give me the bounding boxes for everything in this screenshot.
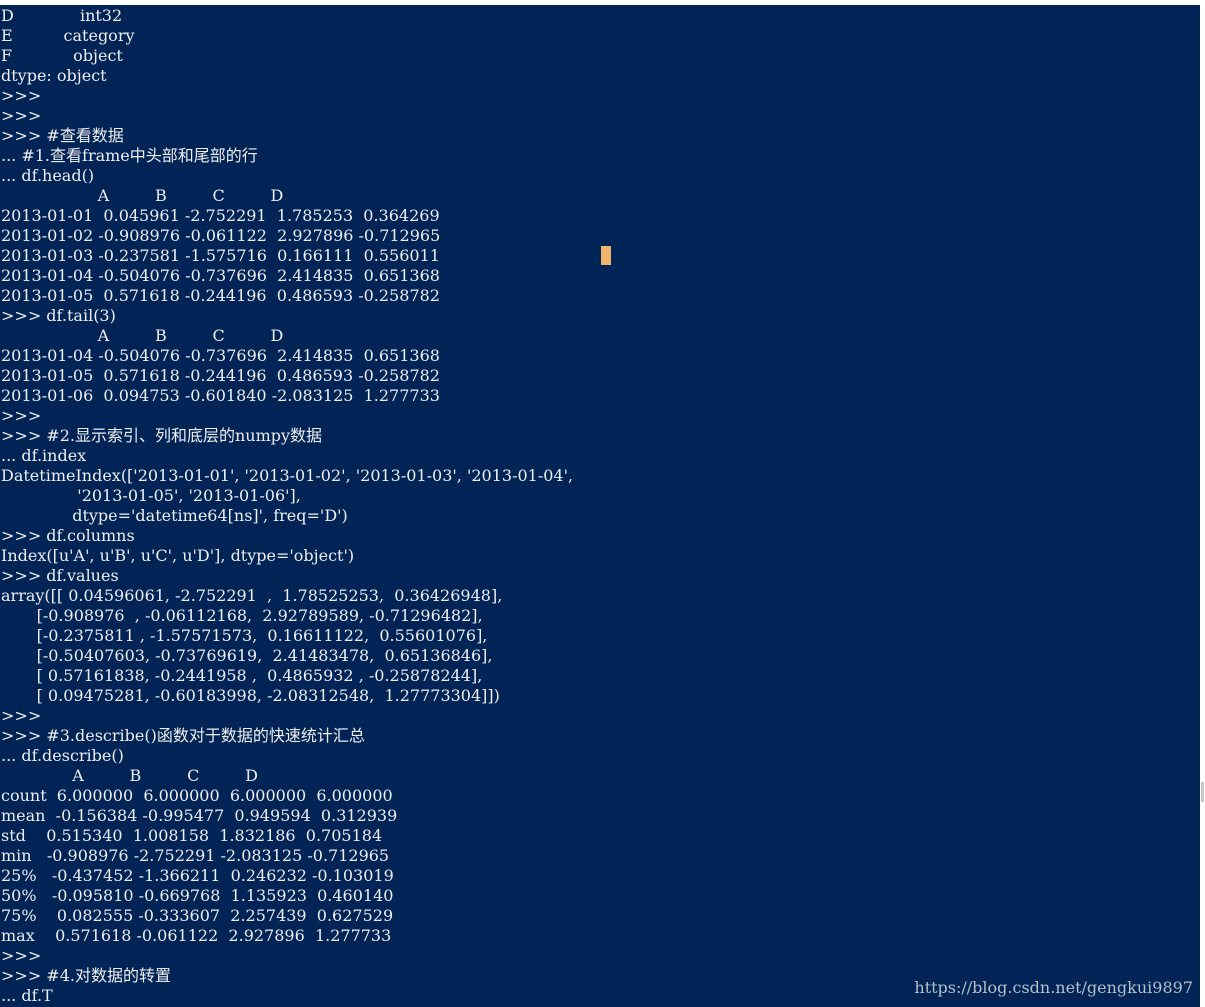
console-prompt-line: >>> #2.显示索引、列和底层的numpy数据	[1, 426, 323, 445]
console-output-line: Index([u'A', u'B', u'C', u'D'], dtype='o…	[1, 546, 355, 565]
describe-row: 75% 0.082555 -0.333607 2.257439 0.627529	[1, 906, 394, 925]
array-row: [-0.908976 , -0.06112168, 2.92789589, -0…	[1, 606, 483, 625]
dataframe-row: 2013-01-04 -0.504076 -0.737696 2.414835 …	[1, 266, 440, 285]
console-prompt-line: >>> df.tail(3)	[1, 306, 116, 325]
console-window[interactable]: D int32 E category F object dtype: objec…	[0, 5, 1200, 1007]
dataframe-row: 2013-01-05 0.571618 -0.244196 0.486593 -…	[1, 366, 440, 385]
dataframe-row: 2013-01-06 0.094753 -0.601840 -2.083125 …	[1, 386, 440, 405]
array-row: [ 0.09475281, -0.60183998, -2.08312548, …	[1, 686, 500, 705]
describe-row: 50% -0.095810 -0.669768 1.135923 0.46014…	[1, 886, 394, 905]
describe-row: max 0.571618 -0.061122 2.927896 1.277733	[1, 926, 392, 945]
watermark-text: https://blog.csdn.net/gengkui9897	[914, 978, 1193, 997]
console-line: D int32	[1, 6, 123, 25]
console-output-line: dtype='datetime64[ns]', freq='D')	[1, 506, 348, 525]
describe-row: min -0.908976 -2.752291 -2.083125 -0.712…	[1, 846, 390, 865]
array-row: array([[ 0.04596061, -2.752291 , 1.78525…	[1, 586, 503, 605]
console-output-line: '2013-01-05', '2013-01-06'],	[1, 486, 301, 505]
console-prompt-line: >>>	[1, 406, 42, 425]
array-row: [-0.2375811 , -1.57571573, 0.16611122, 0…	[1, 626, 488, 645]
text-cursor	[601, 246, 611, 265]
console-prompt-line: >>>	[1, 946, 42, 965]
console-continuation-line: ... #1.查看frame中头部和尾部的行	[1, 146, 258, 165]
console-prompt-line: >>> #3.describe()函数对于数据的快速统计汇总	[1, 726, 365, 745]
dataframe-header-line: A B C D	[1, 186, 284, 205]
console-line: F object	[1, 46, 123, 65]
console-continuation-line: ... df.index	[1, 446, 87, 465]
dataframe-header-line: A B C D	[1, 326, 284, 345]
vertical-scrollbar[interactable]	[1200, 0, 1205, 1007]
scrollbar-thumb[interactable]	[1201, 782, 1204, 802]
console-output: D int32 E category F object dtype: objec…	[1, 6, 573, 1006]
console-prompt-line: >>> #4.对数据的转置	[1, 966, 171, 985]
dataframe-row: 2013-01-04 -0.504076 -0.737696 2.414835 …	[1, 346, 440, 365]
console-continuation-line: ... df.T	[1, 986, 53, 1005]
console-prompt-line: >>>	[1, 86, 42, 105]
console-prompt-line: >>> df.values	[1, 566, 119, 585]
array-row: [-0.50407603, -0.73769619, 2.41483478, 0…	[1, 646, 493, 665]
console-output-line: DatetimeIndex(['2013-01-01', '2013-01-02…	[1, 466, 574, 485]
dataframe-row: 2013-01-03 -0.237581 -1.575716 0.166111 …	[1, 246, 440, 265]
console-prompt-line: >>> #查看数据	[1, 126, 124, 145]
describe-header-line: A B C D	[1, 766, 258, 785]
console-continuation-line: ... df.describe()	[1, 746, 124, 765]
console-prompt-line: >>>	[1, 106, 42, 125]
console-continuation-line: ... df.head()	[1, 166, 95, 185]
array-row: [ 0.57161838, -0.2441958 , 0.4865932 , -…	[1, 666, 483, 685]
dataframe-row: 2013-01-05 0.571618 -0.244196 0.486593 -…	[1, 286, 440, 305]
console-line: dtype: object	[1, 66, 107, 85]
dataframe-row: 2013-01-01 0.045961 -2.752291 1.785253 0…	[1, 206, 440, 225]
describe-row: std 0.515340 1.008158 1.832186 0.705184	[1, 826, 383, 845]
console-line: E category	[1, 26, 135, 45]
console-prompt-line: >>> df.columns	[1, 526, 135, 545]
describe-row: count 6.000000 6.000000 6.000000 6.00000…	[1, 786, 393, 805]
dataframe-row: 2013-01-02 -0.908976 -0.061122 2.927896 …	[1, 226, 441, 245]
describe-row: mean -0.156384 -0.995477 0.949594 0.3129…	[1, 806, 398, 825]
describe-row: 25% -0.437452 -1.366211 0.246232 -0.1030…	[1, 866, 394, 885]
console-prompt-line: >>>	[1, 706, 42, 725]
